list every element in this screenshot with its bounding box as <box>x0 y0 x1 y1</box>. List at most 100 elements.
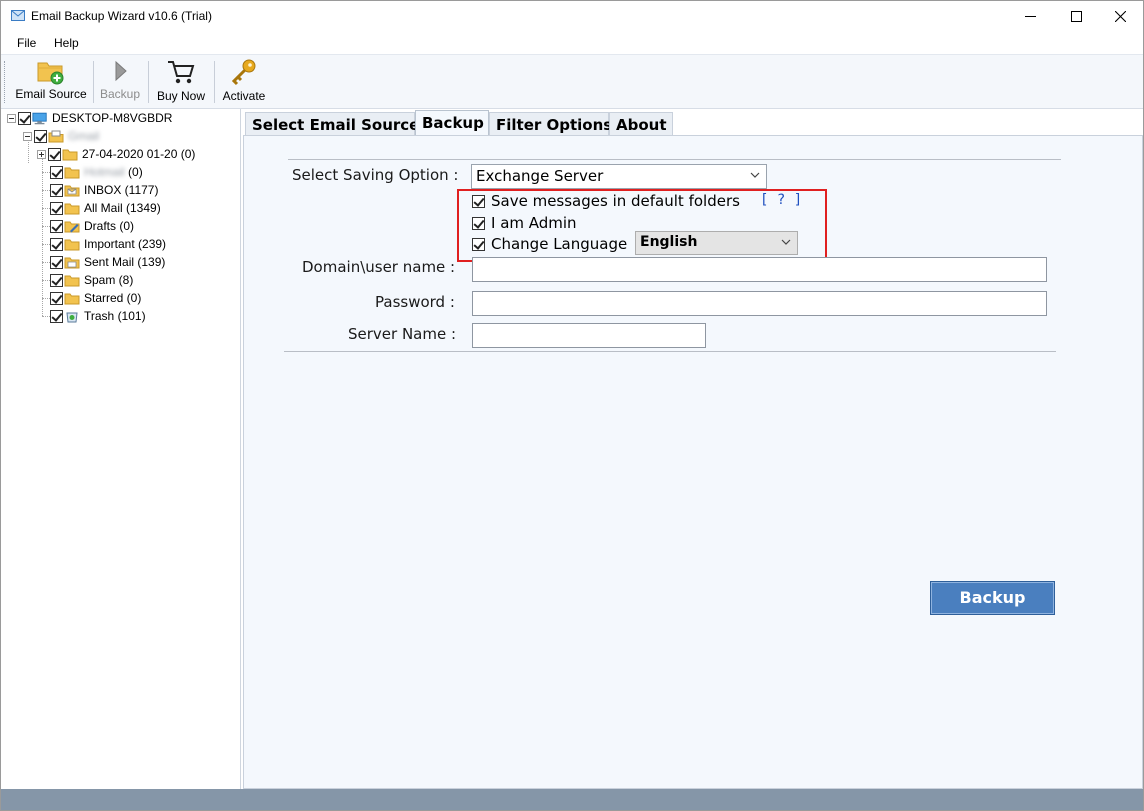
language-select[interactable]: English <box>635 231 798 255</box>
tree-root-label: DESKTOP-M8VGBDR <box>52 111 173 125</box>
tree-checkbox[interactable] <box>48 147 61 161</box>
password-label: Password : <box>375 293 455 311</box>
i-am-admin-option[interactable]: I am Admin <box>472 214 577 232</box>
tree-item-label: Important (239) <box>84 237 167 251</box>
email-source-label: Email Source <box>15 87 87 101</box>
close-button[interactable] <box>1097 1 1143 32</box>
tree-item-label: Spam (8) <box>84 273 134 287</box>
computer-icon <box>32 112 47 124</box>
tree-checkbox[interactable] <box>34 129 47 143</box>
tab-about[interactable]: About <box>609 112 673 136</box>
domain-user-label: Domain\user name : <box>302 258 456 276</box>
tree-checkbox[interactable] <box>50 291 63 305</box>
tree-checkbox[interactable] <box>18 111 31 125</box>
change-language-option[interactable]: Change Language <box>472 235 627 253</box>
chevron-down-icon <box>781 239 791 245</box>
password-input[interactable] <box>472 291 1047 316</box>
domain-user-input[interactable] <box>472 257 1047 282</box>
tree-item-label: Trash (101) <box>84 309 146 323</box>
tree-item[interactable]: Starred (0) <box>50 289 141 307</box>
expand-toggle[interactable] <box>37 149 46 159</box>
help-link[interactable]: [ ? ] <box>760 192 802 208</box>
maximize-icon <box>1070 11 1082 22</box>
folder-icon <box>64 293 80 304</box>
saving-option-label: Select Saving Option : <box>292 166 459 184</box>
tree-root[interactable]: DESKTOP-M8VGBDR <box>7 109 172 127</box>
tree-item[interactable]: Drafts (0) <box>50 217 134 235</box>
divider <box>288 159 1061 160</box>
collapse-toggle[interactable] <box>7 113 16 123</box>
server-name-label: Server Name : <box>348 325 457 343</box>
tab-filter-options[interactable]: Filter Options <box>489 112 612 136</box>
toolbar-separator <box>93 61 94 103</box>
folder-icon <box>64 203 80 214</box>
tree-item-label: Drafts (0) <box>84 219 135 233</box>
play-arrow-icon <box>115 60 127 82</box>
tree-item[interactable]: Trash (101) <box>50 307 146 325</box>
server-name-input[interactable] <box>472 323 706 348</box>
email-source-button[interactable]: Email Source <box>13 57 89 107</box>
tree-checkbox[interactable] <box>50 219 63 233</box>
trash-icon <box>66 312 78 322</box>
tab-strip: Select Email Source Backup Filter Option… <box>243 109 1143 137</box>
key-icon <box>231 59 256 86</box>
tree-item[interactable]: 27-04-2020 01-20 (0) <box>37 145 195 163</box>
tree-checkbox[interactable] <box>50 255 63 269</box>
change-language-checkbox[interactable] <box>472 237 485 251</box>
save-default-folders-checkbox[interactable] <box>472 194 485 208</box>
tree-checkbox[interactable] <box>50 237 63 251</box>
divider <box>284 351 1056 352</box>
folder-icon <box>64 239 80 250</box>
i-am-admin-label: I am Admin <box>491 214 577 232</box>
tree-item[interactable]: All Mail (1349) <box>50 199 161 217</box>
backup-panel: Select Saving Option : Exchange Server S… <box>243 135 1143 789</box>
tree-item-label: All Mail (1349) <box>84 201 161 215</box>
inbox-folder-icon <box>64 185 80 196</box>
activate-button[interactable]: Activate <box>218 57 270 107</box>
folder-icon <box>62 149 78 160</box>
status-bar <box>1 789 1143 810</box>
close-icon <box>1114 11 1126 22</box>
folder-icon <box>64 167 80 178</box>
tab-backup[interactable]: Backup <box>415 110 489 137</box>
tree-checkbox[interactable] <box>50 309 63 323</box>
tree-item[interactable]: Important (239) <box>50 235 166 253</box>
tree-item-label: Sent Mail (139) <box>84 255 166 269</box>
chevron-down-icon <box>750 172 760 178</box>
menu-help[interactable]: Help <box>54 36 79 50</box>
backup-button[interactable]: Backup <box>930 581 1055 615</box>
tree-account[interactable]: Gmail <box>23 127 99 145</box>
i-am-admin-checkbox[interactable] <box>472 216 485 230</box>
save-default-folders-option[interactable]: Save messages in default folders <box>472 192 740 210</box>
minimize-icon <box>1024 16 1036 17</box>
menu-file[interactable]: File <box>17 36 36 50</box>
envelope-icon <box>11 10 25 21</box>
maximize-button[interactable] <box>1053 1 1099 32</box>
menu-bar: File Help <box>1 32 1143 54</box>
tree-item[interactable]: Spam (8) <box>50 271 133 289</box>
backup-toolbar-button[interactable]: Backup <box>97 57 143 107</box>
tree-item[interactable]: INBOX (1177) <box>50 181 158 199</box>
folder-icon <box>64 275 80 286</box>
title-bar: Email Backup Wizard v10.6 (Trial) <box>1 1 1143 32</box>
buy-now-label: Buy Now <box>156 89 206 103</box>
tree-checkbox[interactable] <box>50 165 63 179</box>
minimize-button[interactable] <box>1007 1 1053 32</box>
tree-item-label: 27-04-2020 01-20 (0) <box>82 147 196 161</box>
backup-toolbar-label: Backup <box>99 87 141 101</box>
collapse-toggle[interactable] <box>23 131 32 141</box>
buy-now-button[interactable]: Buy Now <box>152 57 210 107</box>
saving-option-select[interactable]: Exchange Server <box>471 164 767 189</box>
save-default-folders-label: Save messages in default folders <box>491 192 740 210</box>
tree-item[interactable]: Sent Mail (139) <box>50 253 165 271</box>
tree-checkbox[interactable] <box>50 183 63 197</box>
tree-checkbox[interactable] <box>50 201 63 215</box>
folder-add-icon <box>37 62 64 85</box>
app-window: Email Backup Wizard v10.6 (Trial) File H… <box>0 0 1144 811</box>
change-language-label: Change Language <box>491 235 628 253</box>
tab-select-email-source[interactable]: Select Email Source <box>245 112 419 136</box>
mail-folder-icon <box>48 130 64 142</box>
tree-item[interactable]: Hotmail (0) <box>50 163 143 181</box>
tree-checkbox[interactable] <box>50 273 63 287</box>
saving-option-value: Exchange Server <box>476 167 604 185</box>
